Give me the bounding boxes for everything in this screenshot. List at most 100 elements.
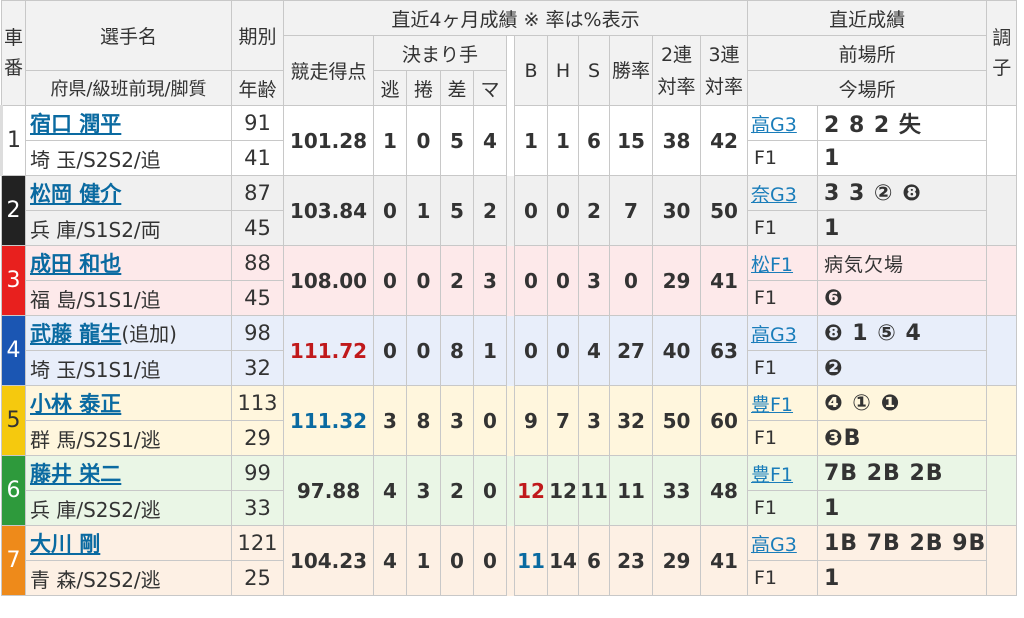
racer-name-link[interactable]: 小林 泰正 — [25, 385, 232, 421]
sashi: 2 — [440, 455, 474, 526]
mark: 0 — [473, 385, 507, 456]
q3-rate: 42 — [700, 105, 748, 176]
this-results: ❷ — [816, 350, 988, 386]
makuri: 1 — [406, 175, 441, 246]
condition — [986, 385, 1018, 456]
makuri: 0 — [406, 105, 441, 176]
term: 87 — [231, 175, 284, 211]
start: 4 — [578, 315, 610, 386]
racer-name-link[interactable]: 成田 和也 — [25, 245, 232, 281]
this-venue: F1 — [747, 420, 818, 456]
sashi: 5 — [440, 175, 474, 246]
prev-venue-link[interactable]: 豊F1 — [747, 455, 818, 491]
home: 1 — [547, 105, 579, 176]
prev-venue-link[interactable]: 奈G3 — [747, 175, 818, 211]
makuri: 8 — [406, 385, 441, 456]
mark: 3 — [473, 245, 507, 316]
mark: 0 — [473, 455, 507, 526]
q2-rate: 40 — [652, 315, 701, 386]
sashi: 5 — [440, 105, 474, 176]
car-number: 5 — [1, 385, 26, 456]
racer-info: 群 馬/S2S1/逃 — [25, 420, 232, 456]
mark: 4 — [473, 105, 507, 176]
win-rate: 7 — [609, 175, 653, 246]
back: 12 — [514, 455, 548, 526]
q2-rate: 29 — [652, 525, 701, 596]
condition — [986, 175, 1018, 246]
term: 91 — [231, 105, 284, 141]
start: 6 — [578, 525, 610, 596]
nige-header: 逃 — [373, 70, 407, 106]
this-venue: F1 — [747, 350, 818, 386]
prev-results: 3 3 ② ❽ — [816, 175, 988, 211]
q2-rate: 50 — [652, 385, 701, 456]
nige: 0 — [373, 245, 407, 316]
term-header: 期別 — [231, 0, 284, 71]
this-results: 1 — [816, 560, 988, 596]
start: 6 — [578, 105, 610, 176]
racer-name-link[interactable]: 松岡 健介 — [25, 175, 232, 211]
racer-name-link[interactable]: 武藤 龍生(追加) — [25, 315, 232, 351]
this-venue: F1 — [747, 280, 818, 316]
score: 101.28 — [283, 105, 374, 176]
sashi-header: 差 — [440, 70, 474, 106]
age: 32 — [231, 350, 284, 386]
age: 41 — [231, 140, 284, 176]
this-results: ❻ — [816, 280, 988, 316]
q2-rate: 38 — [652, 105, 701, 176]
start: 11 — [578, 455, 610, 526]
back: 1 — [514, 105, 548, 176]
b-header: B — [514, 35, 548, 106]
prev-venue-link[interactable]: 高G3 — [747, 315, 818, 351]
recent4-header: 直近4ヶ月成績 ※ 率は%表示 — [283, 0, 748, 36]
nige: 4 — [373, 455, 407, 526]
condition-header: 調子 — [986, 0, 1018, 106]
age: 29 — [231, 420, 284, 456]
prev-venue-link[interactable]: 松F1 — [747, 245, 818, 281]
sashi: 2 — [440, 245, 474, 316]
win-rate: 15 — [609, 105, 653, 176]
home: 0 — [547, 245, 579, 316]
win-rate: 27 — [609, 315, 653, 386]
racer-info: 福 島/S1S1/追 — [25, 280, 232, 316]
racer-name-link[interactable]: 大川 剛 — [25, 525, 232, 561]
prev-results: ❽ 1 ⑤ 4 — [816, 315, 988, 351]
sashi: 8 — [440, 315, 474, 386]
start: 3 — [578, 385, 610, 456]
prev-venue-link[interactable]: 高G3 — [747, 525, 818, 561]
term: 113 — [231, 385, 284, 421]
prev-results: 1B 7B 2B 9B — [816, 525, 988, 561]
prev-results: ❹ ① ❶ — [816, 385, 988, 421]
this-results: 1 — [816, 490, 988, 526]
prev-results: 7B 2B 2B — [816, 455, 988, 491]
prev-venue-link[interactable]: 豊F1 — [747, 385, 818, 421]
racer-name-link[interactable]: 藤井 栄二 — [25, 455, 232, 491]
this-venue: F1 — [747, 140, 818, 176]
term: 121 — [231, 525, 284, 561]
win-rate: 32 — [609, 385, 653, 456]
condition — [986, 525, 1018, 596]
racer-info: 青 森/S2S2/逃 — [25, 560, 232, 596]
condition — [986, 245, 1018, 316]
score: 103.84 — [283, 175, 374, 246]
this-venue: F1 — [747, 210, 818, 246]
back: 11 — [514, 525, 548, 596]
h-header: H — [547, 35, 579, 106]
term: 88 — [231, 245, 284, 281]
sashi: 0 — [440, 525, 474, 596]
car-no-header: 車番 — [1, 0, 26, 106]
q3-rate: 41 — [700, 245, 748, 316]
prev-venue-link[interactable]: 高G3 — [747, 105, 818, 141]
age-header: 年齢 — [231, 70, 284, 106]
q2-header: 2連対率 — [652, 35, 701, 106]
age: 25 — [231, 560, 284, 596]
back: 0 — [514, 315, 548, 386]
condition — [986, 455, 1018, 526]
this-results: 1 — [816, 140, 988, 176]
back: 9 — [514, 385, 548, 456]
kimarite-header: 決まり手 — [373, 35, 507, 71]
racer-name-link[interactable]: 宿口 潤平 — [25, 105, 232, 141]
this-venue: F1 — [747, 560, 818, 596]
nige: 0 — [373, 175, 407, 246]
makuri: 0 — [406, 245, 441, 316]
